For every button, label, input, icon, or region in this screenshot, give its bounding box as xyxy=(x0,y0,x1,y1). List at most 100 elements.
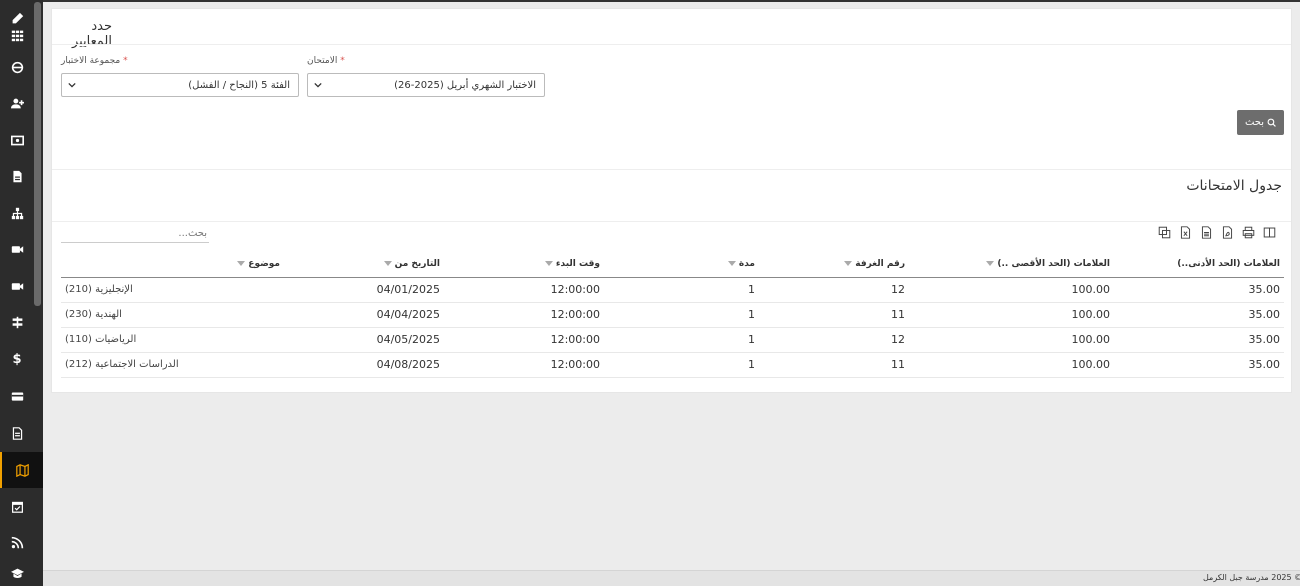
sort-icon xyxy=(986,261,995,267)
sidebar-item-video-1[interactable] xyxy=(0,231,34,267)
col-min-marks[interactable]: العلامات (الحد الأدنى..) xyxy=(1114,252,1284,278)
cell-date-from: 04/05/2025 xyxy=(284,327,444,353)
group-label: * مجموعة الاختبار xyxy=(61,56,128,66)
sort-icon xyxy=(237,261,246,267)
divider xyxy=(52,221,1291,222)
divider xyxy=(52,169,1291,170)
cell-subject: الهندية (230) xyxy=(61,302,284,328)
cell-duration: 1 xyxy=(604,277,759,303)
sidebar-item-exams[interactable] xyxy=(0,452,43,488)
footer: © 2025 مدرسة جبل الكرمل xyxy=(43,570,1300,586)
sidebar-item-users[interactable] xyxy=(0,85,34,121)
sort-icon xyxy=(544,261,553,267)
cell-room: 11 xyxy=(759,352,909,378)
sidebar: $ xyxy=(0,0,43,586)
document-list-icon xyxy=(12,426,22,440)
col-room[interactable]: رقم الغرفة xyxy=(759,252,909,278)
cell-duration: 1 xyxy=(604,352,759,378)
cell-duration: 1 xyxy=(604,302,759,328)
col-duration[interactable]: مدة xyxy=(604,252,759,278)
sidebar-item-payments[interactable] xyxy=(0,378,34,414)
cell-min-marks: 35.00 xyxy=(1114,302,1284,328)
print-icon[interactable] xyxy=(1242,224,1255,239)
sidebar-item-calendar[interactable] xyxy=(0,488,34,524)
graduation-cap-icon xyxy=(10,568,24,578)
copy-icon[interactable] xyxy=(1158,224,1171,239)
cell-room: 12 xyxy=(759,327,909,353)
chevron-down-icon xyxy=(68,81,76,89)
cell-min-marks: 35.00 xyxy=(1114,327,1284,353)
cell-max-marks: 100.00 xyxy=(909,302,1114,328)
pdf-icon[interactable] xyxy=(1221,224,1234,239)
cell-start-time: 12:00:00 xyxy=(444,277,604,303)
sidebar-item-fees[interactable] xyxy=(0,122,34,158)
table-export-toolbar xyxy=(1158,224,1276,239)
exam-schedule-panel: حدد المعايير * مجموعة الاختبار الفئة 5 (… xyxy=(51,8,1292,393)
csv-icon[interactable] xyxy=(1200,224,1213,239)
user-add-icon xyxy=(10,98,24,108)
table-row[interactable]: 35.00 100.00 11 1 12:00:00 04/04/2025 ال… xyxy=(61,302,1284,328)
search-button-label: بحث xyxy=(1244,117,1265,128)
rss-icon xyxy=(11,536,23,548)
cell-max-marks: 100.00 xyxy=(909,352,1114,378)
sidebar-item-finance[interactable]: $ xyxy=(0,341,34,377)
table-header-row: العلامات (الحد الأدنى..) العلامات (الحد … xyxy=(61,252,1284,278)
cell-min-marks: 35.00 xyxy=(1114,277,1284,303)
sidebar-item-academics[interactable] xyxy=(0,561,34,586)
sidebar-item-documents[interactable] xyxy=(0,158,34,194)
exam-group-value: الفئة 5 (النجاح / الفشل) xyxy=(188,79,290,91)
dollar-icon: $ xyxy=(12,351,22,367)
col-max-marks[interactable]: العلامات (الحد الأقصى ..) xyxy=(909,252,1114,278)
cell-start-time: 12:00:00 xyxy=(444,302,604,328)
sidebar-scrollbar[interactable] xyxy=(34,2,41,306)
col-subject[interactable]: موضوع xyxy=(61,252,284,278)
table-row[interactable]: 35.00 100.00 12 1 12:00:00 04/05/2025 ال… xyxy=(61,327,1284,353)
table-search-input[interactable] xyxy=(61,224,209,243)
exam-value: الاختبار الشهري أبريل (2025-26) xyxy=(394,79,536,91)
columns-icon[interactable] xyxy=(1263,224,1276,238)
table-row[interactable]: 35.00 100.00 11 1 12:00:00 04/08/2025 ال… xyxy=(61,352,1284,378)
sidebar-item-signpost[interactable] xyxy=(0,304,34,340)
sidebar-item-video-2[interactable] xyxy=(0,268,34,304)
top-border xyxy=(43,0,1300,2)
col-start-time[interactable]: وقت البدء xyxy=(444,252,604,278)
cell-subject: الدراسات الاجتماعية (212) xyxy=(61,352,284,378)
cell-min-marks: 35.00 xyxy=(1114,352,1284,378)
search-icon xyxy=(1267,118,1276,127)
map-icon xyxy=(16,463,29,477)
divider xyxy=(52,44,1291,45)
money-icon xyxy=(10,135,24,145)
cell-room: 11 xyxy=(759,302,909,328)
sitemap-icon xyxy=(11,207,23,219)
search-button[interactable]: بحث xyxy=(1237,110,1284,135)
signpost-icon xyxy=(12,316,22,328)
exam-schedule-table: العلامات (الحد الأدنى..) العلامات (الحد … xyxy=(61,252,1284,378)
cell-max-marks: 100.00 xyxy=(909,277,1114,303)
pencil-icon xyxy=(12,12,23,24)
sidebar-item-structure[interactable] xyxy=(0,195,34,231)
cell-subject: الإنجليزية (210) xyxy=(61,277,284,303)
credit-card-icon xyxy=(11,391,23,401)
col-date-from[interactable]: التاريخ من xyxy=(284,252,444,278)
exam-select[interactable]: الاختبار الشهري أبريل (2025-26) xyxy=(307,73,545,97)
sidebar-item-feed[interactable] xyxy=(0,524,34,560)
sidebar-item-dashboard[interactable] xyxy=(0,8,34,46)
video-camera-icon xyxy=(11,282,23,290)
cell-duration: 1 xyxy=(604,327,759,353)
exam-label: * الامتحان xyxy=(307,56,345,66)
cell-start-time: 12:00:00 xyxy=(444,327,604,353)
chevron-down-icon xyxy=(314,81,322,89)
globe-icon xyxy=(11,61,23,73)
sidebar-item-reports[interactable] xyxy=(0,415,34,451)
cell-date-from: 04/04/2025 xyxy=(284,302,444,328)
sidebar-item-globe[interactable] xyxy=(0,49,34,85)
excel-icon[interactable] xyxy=(1179,224,1192,239)
cell-date-from: 04/08/2025 xyxy=(284,352,444,378)
exam-group-select[interactable]: الفئة 5 (النجاح / الفشل) xyxy=(61,73,299,97)
cell-date-from: 04/01/2025 xyxy=(284,277,444,303)
sort-icon xyxy=(383,261,392,267)
table-row[interactable]: 35.00 100.00 12 1 12:00:00 04/01/2025 ال… xyxy=(61,277,1284,303)
schedule-title: جدول الامتحانات xyxy=(1186,178,1282,194)
cell-subject: الرياضيات (110) xyxy=(61,327,284,353)
video-camera-icon xyxy=(11,245,23,253)
